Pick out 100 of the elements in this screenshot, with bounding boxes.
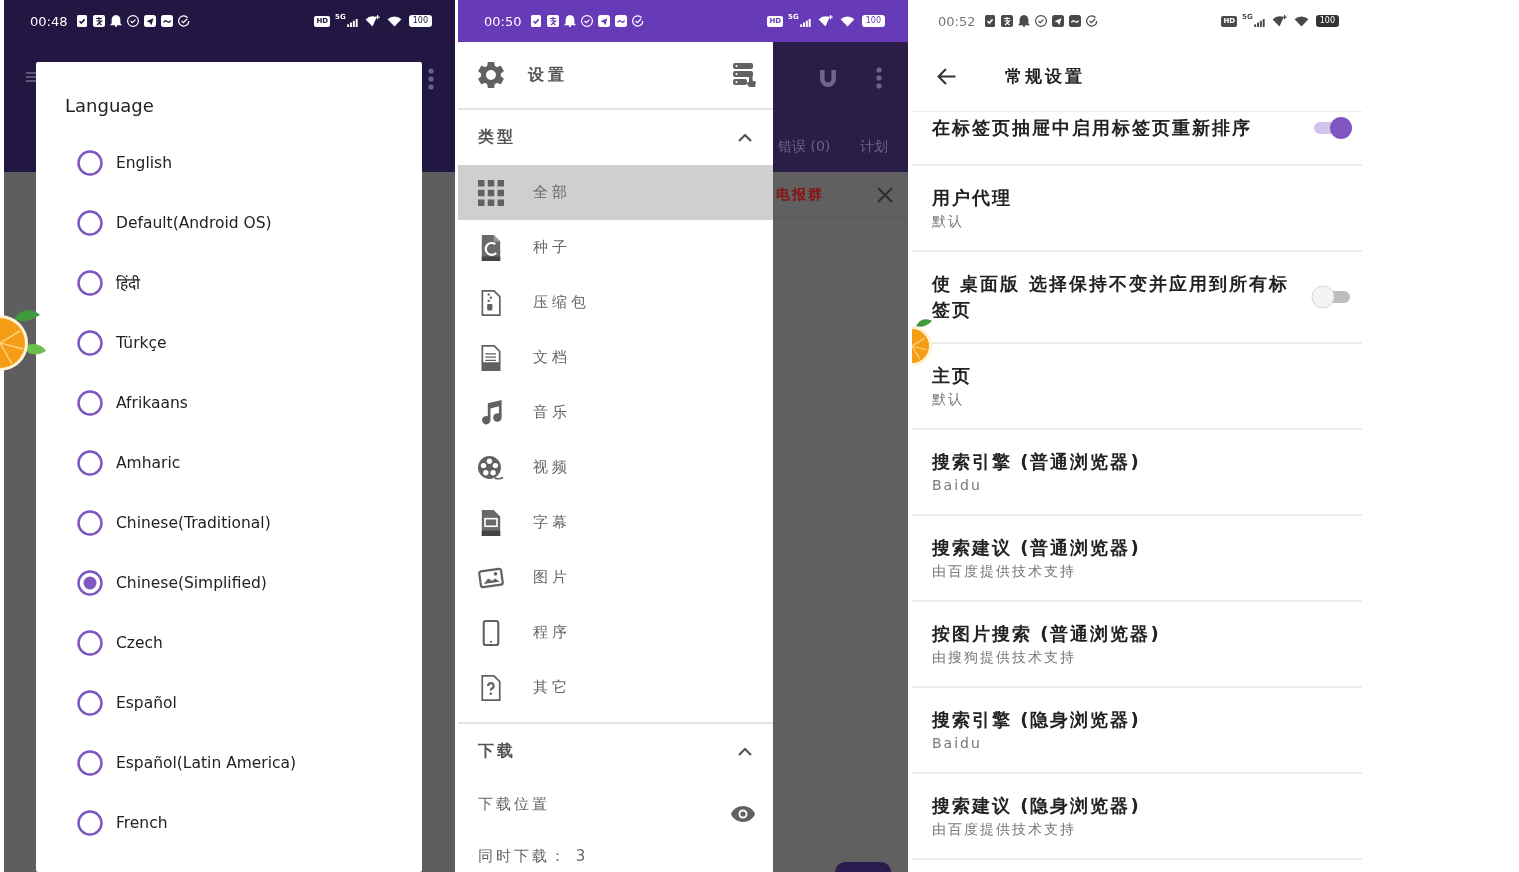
battery-indicator: 100 bbox=[861, 15, 885, 27]
language-option[interactable]: French bbox=[36, 793, 422, 853]
language-option[interactable]: Czech bbox=[36, 613, 422, 673]
app-icon bbox=[547, 15, 560, 27]
wifi-icon bbox=[1293, 15, 1309, 27]
app-icon bbox=[1001, 15, 1014, 27]
check-icon bbox=[178, 15, 191, 27]
drawer-item[interactable]: 全部 bbox=[458, 165, 773, 220]
unknown-file-icon bbox=[478, 674, 504, 701]
check-icon bbox=[1086, 15, 1099, 27]
grid-icon bbox=[478, 179, 504, 206]
status-time: 00:50 bbox=[484, 13, 522, 29]
language-option[interactable]: Chinese(Simplified) bbox=[36, 553, 422, 613]
section-header[interactable]: 类型 bbox=[458, 110, 773, 165]
wifi-icon bbox=[386, 15, 402, 27]
status-time: 00:48 bbox=[30, 13, 68, 29]
signal-icon bbox=[799, 18, 811, 27]
drawer-item[interactable]: 音乐 bbox=[458, 385, 773, 440]
radio-button[interactable] bbox=[77, 690, 103, 716]
setting-title[interactable]: 主页 bbox=[932, 363, 1340, 389]
radio-button[interactable] bbox=[77, 810, 103, 836]
more-icon[interactable] bbox=[876, 67, 882, 89]
chevron-up-icon[interactable] bbox=[738, 747, 752, 756]
drawer-item[interactable]: 压缩包 bbox=[458, 275, 773, 330]
language-option[interactable]: Afrikaans bbox=[36, 373, 422, 433]
chat-icon bbox=[1069, 15, 1082, 27]
gear-icon bbox=[478, 62, 504, 88]
radio-button[interactable] bbox=[77, 510, 103, 536]
setting-summary: 由百度提供技术支持 bbox=[932, 820, 1077, 839]
setting-summary: 默认 bbox=[932, 212, 965, 231]
radio-button[interactable] bbox=[77, 150, 103, 176]
signal-icon bbox=[1253, 18, 1265, 27]
chat-icon bbox=[615, 15, 628, 27]
radio-button[interactable] bbox=[77, 750, 103, 776]
eye-icon[interactable] bbox=[731, 806, 755, 822]
language-option[interactable]: Default(Android OS) bbox=[36, 193, 422, 253]
fruit-slice-icon[interactable] bbox=[912, 318, 932, 366]
language-option[interactable]: Español bbox=[36, 673, 422, 733]
section-header[interactable]: 下载 bbox=[458, 724, 773, 779]
check-circle-icon bbox=[1035, 15, 1048, 27]
setting-title[interactable]: 按图片搜索 (普通浏览器) bbox=[932, 621, 1340, 647]
drawer-setting[interactable]: 下载位置 bbox=[458, 779, 773, 831]
magnet-icon[interactable] bbox=[820, 69, 836, 87]
wifi-icon bbox=[839, 15, 855, 27]
language-option[interactable]: Español(Latin America) bbox=[36, 733, 422, 793]
drawer-item[interactable]: 视频 bbox=[458, 440, 773, 495]
setting-title[interactable]: 搜索引擎 (隐身浏览器) bbox=[932, 707, 1340, 733]
setting-summary: 默认 bbox=[932, 390, 965, 409]
wifi-plus-icon bbox=[364, 15, 380, 27]
app-icon bbox=[93, 15, 106, 27]
drawer-item[interactable]: 字幕 bbox=[458, 495, 773, 550]
radio-button[interactable] bbox=[77, 390, 103, 416]
status-time: 00:52 bbox=[938, 13, 976, 29]
language-option[interactable]: Chinese(Traditional) bbox=[36, 493, 422, 553]
language-option[interactable]: Amharic bbox=[36, 433, 422, 493]
radio-button[interactable] bbox=[77, 270, 103, 296]
language-option[interactable]: Türkçe bbox=[36, 313, 422, 373]
drawer-item[interactable]: 种子 bbox=[458, 220, 773, 275]
page-title: 常规设置 bbox=[1005, 65, 1085, 88]
setting-title[interactable]: 搜索引擎 (普通浏览器) bbox=[932, 449, 1340, 475]
check-circle-icon bbox=[127, 15, 140, 27]
radio-button[interactable] bbox=[77, 570, 103, 596]
floating-action-button[interactable] bbox=[835, 862, 891, 872]
more-icon[interactable] bbox=[428, 68, 434, 90]
document-icon bbox=[478, 344, 504, 371]
setting-title[interactable]: 使 桌面版 选择保持不变并应用到所有标签页 bbox=[932, 271, 1296, 323]
radio-button[interactable] bbox=[77, 330, 103, 356]
check-icon bbox=[632, 15, 645, 27]
battery-indicator: 100 bbox=[1315, 15, 1339, 27]
chevron-up-icon[interactable] bbox=[738, 133, 752, 142]
radio-button[interactable] bbox=[77, 210, 103, 236]
setting-title[interactable]: 搜索建议 (隐身浏览器) bbox=[932, 793, 1340, 819]
paper-plane-icon bbox=[598, 15, 611, 27]
clipboard-icon bbox=[984, 15, 997, 27]
drawer-setting[interactable]: 同时下载： 3 bbox=[458, 831, 773, 866]
setting-title[interactable]: 搜索建议 (普通浏览器) bbox=[932, 535, 1340, 561]
language-option[interactable]: English bbox=[36, 133, 422, 193]
radio-button[interactable] bbox=[77, 450, 103, 476]
drawer-item[interactable]: 程序 bbox=[458, 605, 773, 660]
chat-icon bbox=[161, 15, 174, 27]
drawer-item[interactable]: 图片 bbox=[458, 550, 773, 605]
drawer-item[interactable]: 文档 bbox=[458, 330, 773, 385]
language-option[interactable]: हिंदी bbox=[36, 253, 422, 313]
setting-title[interactable]: 在标签页抽屉中启用标签页重新排序 bbox=[932, 115, 1296, 141]
setting-summary: Baidu bbox=[932, 476, 983, 495]
radio-button[interactable] bbox=[77, 630, 103, 656]
film-reel-icon bbox=[478, 454, 504, 481]
bell-icon bbox=[110, 15, 123, 27]
setting-title[interactable]: 用户代理 bbox=[932, 185, 1340, 211]
fruit-slice-icon[interactable] bbox=[0, 307, 48, 373]
check-circle-icon bbox=[581, 15, 594, 27]
dialog-title: Language bbox=[64, 94, 155, 118]
bell-icon bbox=[1018, 15, 1031, 27]
server-list-icon[interactable] bbox=[732, 62, 758, 88]
wifi-plus-icon bbox=[817, 15, 833, 27]
drawer-item[interactable]: 其它 bbox=[458, 660, 773, 715]
setting-summary: 由百度提供技术支持 bbox=[932, 562, 1077, 581]
menu-icon[interactable] bbox=[26, 71, 36, 83]
back-arrow-icon[interactable] bbox=[937, 68, 956, 85]
clipboard-icon bbox=[76, 15, 89, 27]
